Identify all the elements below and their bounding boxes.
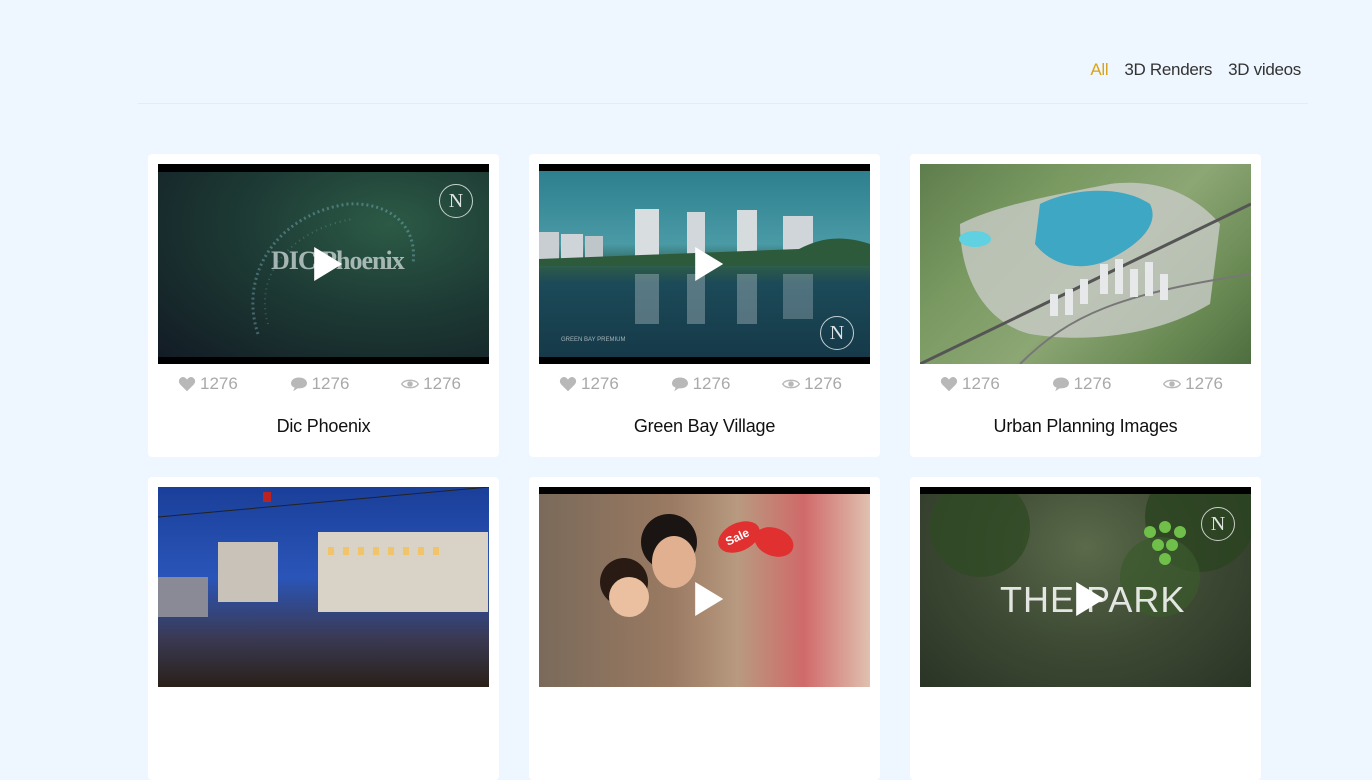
likes-stat[interactable]: 1276 [178, 374, 238, 394]
aerial-city-map [920, 182, 1251, 364]
filter-divider [138, 103, 1308, 104]
likes-stat[interactable]: 1276 [940, 374, 1000, 394]
brand-logo: N [439, 184, 473, 218]
comment-icon [671, 377, 688, 392]
comments-stat[interactable]: 1276 [1052, 374, 1112, 394]
comments-stat[interactable]: 1276 [290, 374, 350, 394]
card-stats: 1276 1276 1276 [178, 374, 461, 394]
eye-icon [401, 379, 420, 389]
card-title[interactable]: Dic Phoenix [148, 416, 499, 437]
filter-3d-renders[interactable]: 3D Renders [1124, 60, 1212, 80]
portfolio-card[interactable] [148, 477, 499, 780]
video-thumbnail[interactable]: GREEN BAY PREMIUM N [539, 164, 870, 364]
filter-3d-videos[interactable]: 3D videos [1228, 60, 1301, 80]
card-title[interactable]: Green Bay Village [529, 416, 880, 437]
video-thumbnail[interactable]: DIC Phoenix N [158, 164, 489, 364]
night-resort-scene [158, 487, 489, 617]
green-bay-watermark: GREEN BAY PREMIUM [561, 337, 626, 343]
views-stat: 1276 [1163, 374, 1223, 394]
views-stat: 1276 [401, 374, 461, 394]
views-count: 1276 [804, 374, 842, 393]
video-thumbnail[interactable]: THE PARK N [920, 487, 1251, 687]
filter-all[interactable]: All [1090, 60, 1108, 80]
portfolio-filter: All 3D Renders 3D videos [1090, 60, 1301, 80]
eye-icon [1163, 379, 1182, 389]
portfolio-card[interactable]: THE PARK N [910, 477, 1261, 780]
heart-icon [940, 377, 958, 392]
views-stat: 1276 [782, 374, 842, 394]
card-title[interactable]: Urban Planning Images [910, 416, 1261, 437]
likes-count: 1276 [200, 374, 238, 393]
portfolio-card[interactable]: Sale [529, 477, 880, 780]
heart-icon [178, 377, 196, 392]
views-count: 1276 [423, 374, 461, 393]
card-stats: 1276 1276 1276 [940, 374, 1223, 394]
video-thumbnail[interactable]: Sale [539, 487, 870, 687]
likes-count: 1276 [581, 374, 619, 393]
views-count: 1276 [1185, 374, 1223, 393]
comments-count: 1276 [1073, 374, 1112, 393]
portfolio-card[interactable]: GREEN BAY PREMIUM N 1276 1276 1276 Green… [529, 154, 880, 457]
image-thumbnail[interactable] [920, 164, 1251, 364]
play-icon[interactable] [694, 582, 723, 616]
play-icon[interactable] [1075, 582, 1104, 616]
brand-logo: N [820, 316, 854, 350]
brand-logo: N [1201, 507, 1235, 541]
portfolio-card[interactable]: 1276 1276 1276 Urban Planning Images [910, 154, 1261, 457]
play-icon[interactable] [694, 247, 723, 281]
likes-stat[interactable]: 1276 [559, 374, 619, 394]
comments-count: 1276 [692, 374, 731, 393]
comment-icon [1052, 377, 1069, 392]
heart-icon [559, 377, 577, 392]
comments-count: 1276 [311, 374, 350, 393]
image-thumbnail[interactable] [158, 487, 489, 687]
card-stats: 1276 1276 1276 [559, 374, 842, 394]
comment-icon [290, 377, 307, 392]
likes-count: 1276 [962, 374, 1000, 393]
eye-icon [782, 379, 801, 389]
play-icon[interactable] [313, 247, 342, 281]
portfolio-card[interactable]: DIC Phoenix N 1276 1276 1276 Dic Phoenix [148, 154, 499, 457]
comments-stat[interactable]: 1276 [671, 374, 731, 394]
